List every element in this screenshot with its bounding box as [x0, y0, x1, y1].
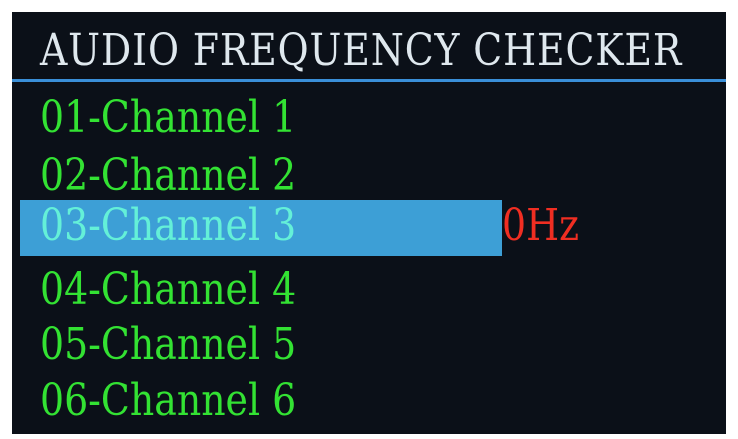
device-bezel: AUDIO FREQUENCY CHECKER 01-Channel 1 02-… — [0, 0, 738, 439]
channel-item-label: 02-Channel 2 — [40, 150, 297, 201]
channel-item-label: 06-Channel 6 — [40, 375, 297, 426]
screen-title: AUDIO FREQUENCY CHECKER — [40, 25, 683, 76]
channel-item-label: 01-Channel 1 — [40, 92, 297, 143]
channel-item-6[interactable]: 06-Channel 6 — [12, 373, 726, 431]
lcd-screen: AUDIO FREQUENCY CHECKER 01-Channel 1 02-… — [12, 12, 726, 434]
title-divider — [12, 79, 726, 82]
channel-item-label: 04-Channel 4 — [40, 264, 297, 315]
channel-item-4[interactable]: 04-Channel 4 — [12, 262, 726, 320]
channel-item-5[interactable]: 05-Channel 5 — [12, 317, 726, 375]
channel-item-3-selected[interactable]: 03-Channel 3 0Hz — [12, 198, 726, 256]
channel-item-1[interactable]: 01-Channel 1 — [12, 90, 726, 148]
channel-item-label: 05-Channel 5 — [40, 319, 297, 370]
frequency-readout: 0Hz — [502, 200, 580, 251]
channel-item-label: 03-Channel 3 — [40, 200, 297, 251]
